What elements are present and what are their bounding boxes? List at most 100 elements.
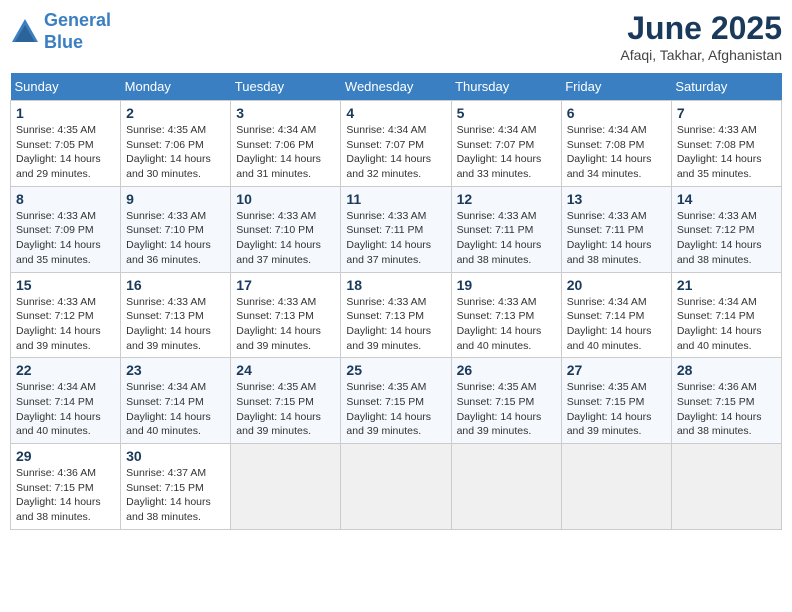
day-info: Sunrise: 4:33 AM Sunset: 7:13 PM Dayligh…	[236, 295, 335, 354]
table-row: 25Sunrise: 4:35 AM Sunset: 7:15 PM Dayli…	[341, 358, 451, 444]
location-title: Afaqi, Takhar, Afghanistan	[620, 47, 782, 63]
logo: General Blue	[10, 10, 111, 53]
day-info: Sunrise: 4:33 AM Sunset: 7:13 PM Dayligh…	[457, 295, 556, 354]
table-row: 3 Sunrise: 4:34 AM Sunset: 7:06 PM Daylig…	[231, 101, 341, 187]
weekday-thursday: Thursday	[451, 73, 561, 101]
day-info: Sunrise: 4:34 AM Sunset: 7:14 PM Dayligh…	[567, 295, 666, 354]
weekday-sunday: Sunday	[11, 73, 121, 101]
day-number: 2	[126, 105, 225, 121]
table-row: 26 Sunrise: 4:35 AM Sunset: 7:15 PM Dayli…	[451, 358, 561, 444]
table-row	[451, 444, 561, 530]
weekday-saturday: Saturday	[671, 73, 781, 101]
logo-icon	[10, 17, 40, 47]
day-number: 4	[346, 105, 445, 121]
month-title: June 2025	[620, 10, 782, 47]
day-info: Sunrise: 4:35 AM Sunset: 7:06 PM Dayligh…	[126, 123, 225, 182]
day-number: 28	[677, 362, 776, 378]
day-number: 26	[457, 362, 556, 378]
day-info: Sunrise: 4:33 AM Sunset: 7:13 PM Dayligh…	[126, 295, 225, 354]
table-row: 28 Sunrise: 4:36 AM Sunset: 7:15 PM Dayli…	[671, 358, 781, 444]
day-number: 8	[16, 191, 115, 207]
day-number: 22	[16, 362, 115, 378]
day-number: 17	[236, 277, 335, 293]
day-info: Sunrise: 4:34 AM Sunset: 7:07 PM Dayligh…	[457, 123, 556, 182]
table-row: 24 Sunrise: 4:35 AM Sunset: 7:15 PM Dayli…	[231, 358, 341, 444]
day-number: 7	[677, 105, 776, 121]
header: General Blue June 2025 Afaqi, Takhar, Af…	[10, 10, 782, 63]
day-info: Sunrise: 4:33 AM Sunset: 7:11 PM Dayligh…	[346, 209, 445, 268]
day-number: 9	[126, 191, 225, 207]
weekday-tuesday: Tuesday	[231, 73, 341, 101]
day-number: 21	[677, 277, 776, 293]
weekday-header: SundayMondayTuesdayWednesdayThursdayFrid…	[11, 73, 782, 101]
table-row: 20 Sunrise: 4:34 AM Sunset: 7:14 PM Dayli…	[561, 272, 671, 358]
day-info: Sunrise: 4:33 AM Sunset: 7:12 PM Dayligh…	[16, 295, 115, 354]
day-info: Sunrise: 4:34 AM Sunset: 7:14 PM Dayligh…	[16, 380, 115, 439]
day-number: 20	[567, 277, 666, 293]
day-info: Sunrise: 4:33 AM Sunset: 7:11 PM Dayligh…	[567, 209, 666, 268]
table-row: 6 Sunrise: 4:34 AM Sunset: 7:08 PM Daylig…	[561, 101, 671, 187]
day-number: 1	[16, 105, 115, 121]
day-info: Sunrise: 4:35 AM Sunset: 7:15 PM Dayligh…	[236, 380, 335, 439]
day-info: Sunrise: 4:33 AM Sunset: 7:11 PM Dayligh…	[457, 209, 556, 268]
day-number: 18	[346, 277, 445, 293]
table-row: 1 Sunrise: 4:35 AM Sunset: 7:05 PM Daylig…	[11, 101, 121, 187]
day-info: Sunrise: 4:36 AM Sunset: 7:15 PM Dayligh…	[16, 466, 115, 525]
day-info: Sunrise: 4:36 AM Sunset: 7:15 PM Dayligh…	[677, 380, 776, 439]
day-info: Sunrise: 4:35 AM Sunset: 7:05 PM Dayligh…	[16, 123, 115, 182]
day-number: 12	[457, 191, 556, 207]
table-row: 7Sunrise: 4:33 AM Sunset: 7:08 PM Daylig…	[671, 101, 781, 187]
table-row: 19 Sunrise: 4:33 AM Sunset: 7:13 PM Dayli…	[451, 272, 561, 358]
table-row: 11 Sunrise: 4:33 AM Sunset: 7:11 PM Dayli…	[341, 186, 451, 272]
day-number: 14	[677, 191, 776, 207]
day-info: Sunrise: 4:33 AM Sunset: 7:10 PM Dayligh…	[126, 209, 225, 268]
table-row: 13 Sunrise: 4:33 AM Sunset: 7:11 PM Dayli…	[561, 186, 671, 272]
logo-text: General Blue	[44, 10, 111, 53]
table-row: 16 Sunrise: 4:33 AM Sunset: 7:13 PM Dayli…	[121, 272, 231, 358]
day-info: Sunrise: 4:35 AM Sunset: 7:15 PM Dayligh…	[457, 380, 556, 439]
calendar-body: 1 Sunrise: 4:35 AM Sunset: 7:05 PM Daylig…	[11, 101, 782, 530]
table-row	[671, 444, 781, 530]
day-number: 25	[346, 362, 445, 378]
day-number: 5	[457, 105, 556, 121]
table-row: 9 Sunrise: 4:33 AM Sunset: 7:10 PM Daylig…	[121, 186, 231, 272]
calendar: SundayMondayTuesdayWednesdayThursdayFrid…	[10, 73, 782, 530]
table-row: 18Sunrise: 4:33 AM Sunset: 7:13 PM Dayli…	[341, 272, 451, 358]
title-block: June 2025 Afaqi, Takhar, Afghanistan	[620, 10, 782, 63]
day-number: 6	[567, 105, 666, 121]
day-number: 13	[567, 191, 666, 207]
day-number: 16	[126, 277, 225, 293]
day-info: Sunrise: 4:34 AM Sunset: 7:14 PM Dayligh…	[126, 380, 225, 439]
table-row: 22 Sunrise: 4:34 AM Sunset: 7:14 PM Dayli…	[11, 358, 121, 444]
weekday-monday: Monday	[121, 73, 231, 101]
weekday-friday: Friday	[561, 73, 671, 101]
table-row: 10Sunrise: 4:33 AM Sunset: 7:10 PM Dayli…	[231, 186, 341, 272]
day-number: 19	[457, 277, 556, 293]
logo-line2: Blue	[44, 32, 83, 52]
day-number: 3	[236, 105, 335, 121]
table-row	[341, 444, 451, 530]
day-info: Sunrise: 4:33 AM Sunset: 7:12 PM Dayligh…	[677, 209, 776, 268]
day-number: 27	[567, 362, 666, 378]
table-row: 23 Sunrise: 4:34 AM Sunset: 7:14 PM Dayli…	[121, 358, 231, 444]
table-row: 27Sunrise: 4:35 AM Sunset: 7:15 PM Dayli…	[561, 358, 671, 444]
day-number: 29	[16, 448, 115, 464]
table-row: 17 Sunrise: 4:33 AM Sunset: 7:13 PM Dayli…	[231, 272, 341, 358]
day-number: 30	[126, 448, 225, 464]
day-number: 15	[16, 277, 115, 293]
table-row: 5 Sunrise: 4:34 AM Sunset: 7:07 PM Daylig…	[451, 101, 561, 187]
day-info: Sunrise: 4:33 AM Sunset: 7:10 PM Dayligh…	[236, 209, 335, 268]
day-info: Sunrise: 4:34 AM Sunset: 7:06 PM Dayligh…	[236, 123, 335, 182]
table-row: 4 Sunrise: 4:34 AM Sunset: 7:07 PM Daylig…	[341, 101, 451, 187]
table-row: 30Sunrise: 4:37 AM Sunset: 7:15 PM Dayli…	[121, 444, 231, 530]
table-row: 29 Sunrise: 4:36 AM Sunset: 7:15 PM Dayli…	[11, 444, 121, 530]
day-number: 24	[236, 362, 335, 378]
day-info: Sunrise: 4:34 AM Sunset: 7:07 PM Dayligh…	[346, 123, 445, 182]
table-row: 15 Sunrise: 4:33 AM Sunset: 7:12 PM Dayli…	[11, 272, 121, 358]
table-row: 2 Sunrise: 4:35 AM Sunset: 7:06 PM Daylig…	[121, 101, 231, 187]
day-number: 11	[346, 191, 445, 207]
day-info: Sunrise: 4:33 AM Sunset: 7:09 PM Dayligh…	[16, 209, 115, 268]
table-row: 12 Sunrise: 4:33 AM Sunset: 7:11 PM Dayli…	[451, 186, 561, 272]
day-info: Sunrise: 4:34 AM Sunset: 7:08 PM Dayligh…	[567, 123, 666, 182]
day-number: 23	[126, 362, 225, 378]
